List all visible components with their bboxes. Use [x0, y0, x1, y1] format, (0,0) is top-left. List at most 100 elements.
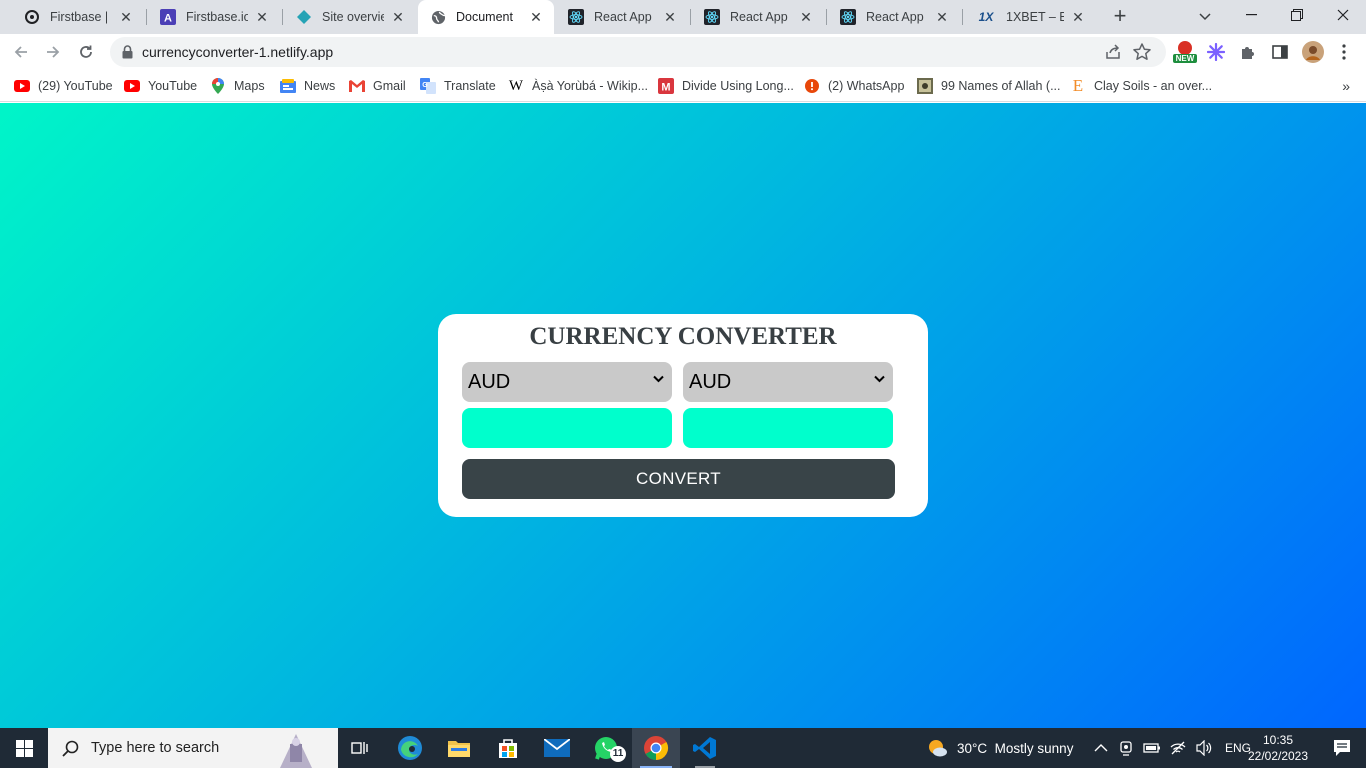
- tab-1xbet[interactable]: 1X 1XBET – Bettin ✕: [964, 0, 1096, 34]
- puzzle-icon: [1242, 47, 1254, 59]
- profile-avatar[interactable]: [1302, 41, 1324, 63]
- tab-title: Site overview: [322, 10, 384, 24]
- store-button[interactable]: [484, 728, 532, 768]
- clock-date: 22/02/2023: [1247, 749, 1309, 763]
- extension-new-button[interactable]: NEW: [1172, 41, 1198, 63]
- reload-button[interactable]: [73, 39, 99, 65]
- tab-firstbase-jobs[interactable]: A Firstbase.io Jo ✕: [148, 0, 280, 34]
- bookmark-wikipedia[interactable]: W Àṣà Yorùbá - Wikip...: [508, 76, 648, 96]
- convert-button[interactable]: CONVERT: [462, 459, 895, 499]
- close-icon[interactable]: ✕: [798, 9, 814, 25]
- chevron-down-icon: [653, 375, 664, 383]
- bookmark-youtube[interactable]: YouTube: [124, 76, 197, 96]
- edge-taskbar-button[interactable]: [386, 728, 434, 768]
- meet-now-icon[interactable]: [1119, 740, 1133, 756]
- to-amount-input[interactable]: [683, 408, 893, 448]
- edge-icon: [398, 736, 422, 760]
- notification-icon: [1334, 740, 1350, 756]
- tab-document[interactable]: Document ✕: [418, 0, 554, 34]
- tab-site-overview[interactable]: Site overview ✕: [284, 0, 416, 34]
- side-panel-button[interactable]: [1270, 42, 1290, 62]
- youtube-icon: [14, 78, 30, 94]
- tab-react-app-2[interactable]: React App ✕: [692, 0, 824, 34]
- bookmark-label: 99 Names of Allah (...: [941, 79, 1061, 93]
- task-view-button[interactable]: [336, 728, 384, 768]
- browser-menu-button[interactable]: [1334, 42, 1354, 62]
- volume-icon[interactable]: [1195, 740, 1213, 756]
- start-button[interactable]: [0, 728, 48, 768]
- close-icon[interactable]: ✕: [662, 9, 678, 25]
- mail-button[interactable]: [533, 728, 581, 768]
- allah-names-icon: [917, 78, 933, 94]
- chevron-down-icon: [874, 375, 885, 383]
- forward-button[interactable]: [40, 39, 66, 65]
- arrow-right-icon: [47, 46, 60, 58]
- close-icon[interactable]: ✕: [390, 9, 406, 25]
- translate-icon: G: [420, 78, 436, 94]
- bookmark-translate[interactable]: G Translate: [420, 76, 496, 96]
- share-icon[interactable]: [1104, 43, 1122, 64]
- mail-icon: [544, 739, 570, 757]
- wifi-icon[interactable]: [1170, 741, 1186, 755]
- clock-time: 10:35: [1262, 733, 1294, 747]
- bookmark-99-names[interactable]: 99 Names of Allah (...: [917, 76, 1061, 96]
- bookmarks-overflow-button[interactable]: »: [1342, 78, 1350, 94]
- close-icon[interactable]: ✕: [118, 9, 134, 25]
- file-explorer-button[interactable]: [435, 728, 483, 768]
- tab-search-button[interactable]: [1194, 6, 1216, 28]
- extension-flower-button[interactable]: [1206, 42, 1226, 62]
- extensions-button[interactable]: [1238, 42, 1258, 62]
- bookmark-news[interactable]: News: [280, 76, 335, 96]
- tab-separator: [690, 9, 691, 25]
- bookmark-whatsapp[interactable]: (2) WhatsApp: [804, 76, 904, 96]
- url-text[interactable]: currencyconverter-1.netlify.app: [142, 44, 333, 60]
- close-icon[interactable]: ✕: [254, 9, 270, 25]
- to-currency-select[interactable]: AUD: [683, 362, 893, 402]
- tab-firstbase[interactable]: Firstbase | Ca ✕: [12, 0, 144, 34]
- from-amount-input[interactable]: [462, 408, 672, 448]
- tab-react-app-3[interactable]: React App ✕: [828, 0, 960, 34]
- from-currency-select[interactable]: AUD: [462, 362, 672, 402]
- address-bar[interactable]: currencyconverter-1.netlify.app: [110, 37, 1166, 67]
- tab-title: Firstbase.io Jo: [186, 10, 248, 24]
- action-center-button[interactable]: [1318, 728, 1366, 768]
- bookmark-label: Maps: [234, 79, 265, 93]
- mathway-icon: M: [658, 78, 674, 94]
- bookmark-star-icon[interactable]: [1132, 42, 1152, 65]
- vscode-taskbar-button[interactable]: [681, 728, 729, 768]
- firstbase-icon: [24, 9, 40, 25]
- close-icon[interactable]: ✕: [934, 9, 950, 25]
- bookmark-divide-long[interactable]: M Divide Using Long...: [658, 76, 794, 96]
- bookmark-clay-soils[interactable]: E Clay Soils - an over...: [1070, 76, 1212, 96]
- taskbar-search-box[interactable]: Type here to search: [48, 728, 338, 768]
- tab-react-app-1[interactable]: React App ✕: [556, 0, 688, 34]
- close-icon[interactable]: ✕: [1070, 9, 1086, 25]
- converter-card: CURRENCY CONVERTER AUD AUD CONVERT: [438, 314, 928, 517]
- bookmark-gmail[interactable]: Gmail: [349, 76, 406, 96]
- side-panel-icon: [1272, 45, 1288, 59]
- minimize-button[interactable]: [1228, 0, 1274, 30]
- chevron-up-icon[interactable]: [1094, 744, 1108, 752]
- battery-icon[interactable]: [1143, 742, 1161, 754]
- notification-badge: 11: [610, 746, 626, 762]
- close-icon[interactable]: ✕: [528, 9, 544, 25]
- from-currency-value: AUD: [468, 370, 511, 393]
- chevron-down-icon: [1199, 13, 1211, 21]
- bookmark-youtube-29[interactable]: (29) YouTube: [14, 76, 113, 96]
- weather-widget[interactable]: 30°C Mostly sunny: [926, 728, 1073, 768]
- react-icon: [840, 9, 856, 25]
- restore-button[interactable]: [1274, 0, 1320, 30]
- new-tab-button[interactable]: +: [1108, 5, 1132, 29]
- bookmark-maps[interactable]: Maps: [210, 76, 265, 96]
- gmail-icon: [349, 78, 365, 94]
- chrome-taskbar-button[interactable]: [632, 728, 680, 768]
- back-button[interactable]: [8, 39, 34, 65]
- taskbar-clock[interactable]: 10:35 22/02/2023: [1242, 732, 1314, 764]
- tab-separator: [282, 9, 283, 25]
- whatsapp-taskbar-button[interactable]: 11: [582, 728, 630, 768]
- snowflake-extension-icon: [1207, 43, 1225, 61]
- lock-icon[interactable]: [122, 45, 133, 62]
- tab-separator: [146, 9, 147, 25]
- folder-icon: [448, 741, 470, 757]
- close-window-button[interactable]: [1320, 0, 1366, 30]
